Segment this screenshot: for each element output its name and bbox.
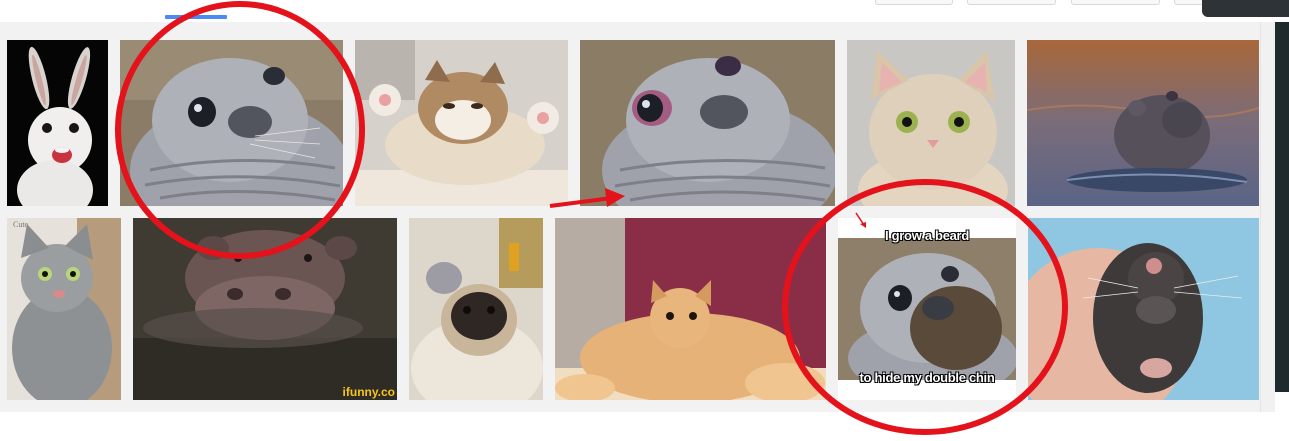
- preview-thumbnail[interactable]: [1202, 0, 1289, 17]
- image-result-awkward-seal-2[interactable]: [580, 40, 835, 206]
- image-result-rat[interactable]: [1028, 218, 1259, 400]
- tool-button[interactable]: [875, 0, 953, 5]
- watermark: ifunny.co: [342, 385, 395, 399]
- rat-image: [1028, 218, 1259, 400]
- image-result-awkward-seal[interactable]: [120, 40, 343, 206]
- meme-caption-top: I grow a beard: [885, 228, 969, 243]
- cat-image: [355, 40, 568, 206]
- seal-image: [580, 40, 835, 206]
- seal-image: [120, 40, 343, 206]
- image-result-cream-cat[interactable]: [847, 40, 1015, 206]
- image-result-chubby-cat[interactable]: [355, 40, 568, 206]
- image-result-bearded-seal-meme[interactable]: I grow a beard to hide my double chin: [838, 218, 1016, 400]
- top-toolbar: [0, 0, 1289, 22]
- side-panel-edge: [1275, 22, 1289, 392]
- tool-button[interactable]: [1174, 0, 1204, 5]
- image-result-cat-selfie[interactable]: [555, 218, 826, 400]
- cat-image: [555, 218, 826, 400]
- image-results-grid: Cute ifunny.co I grow a beard to hide my…: [0, 22, 1275, 412]
- image-result-baby-hippo[interactable]: [1027, 40, 1259, 206]
- hippo-image: [133, 218, 397, 400]
- image-result-rabbit[interactable]: [7, 40, 108, 206]
- hippo-image: [1027, 40, 1259, 206]
- image-result-baby-hippo-2[interactable]: ifunny.co: [133, 218, 397, 400]
- image-result-pug-blanket[interactable]: [409, 218, 543, 400]
- tool-button[interactable]: [967, 0, 1056, 5]
- image-result-grey-cat[interactable]: Cute: [7, 218, 121, 400]
- tool-button[interactable]: [1071, 0, 1160, 5]
- rabbit-image: [7, 40, 108, 206]
- cat-image: [847, 40, 1015, 206]
- scrollbar[interactable]: [1260, 22, 1275, 412]
- page-footer-space: [0, 412, 1289, 441]
- meme-caption-bottom: to hide my double chin: [859, 370, 995, 385]
- pug-image: [409, 218, 543, 400]
- cat-image: [7, 218, 121, 400]
- active-tab-indicator: [165, 15, 227, 19]
- image-tag: Cute: [13, 220, 29, 229]
